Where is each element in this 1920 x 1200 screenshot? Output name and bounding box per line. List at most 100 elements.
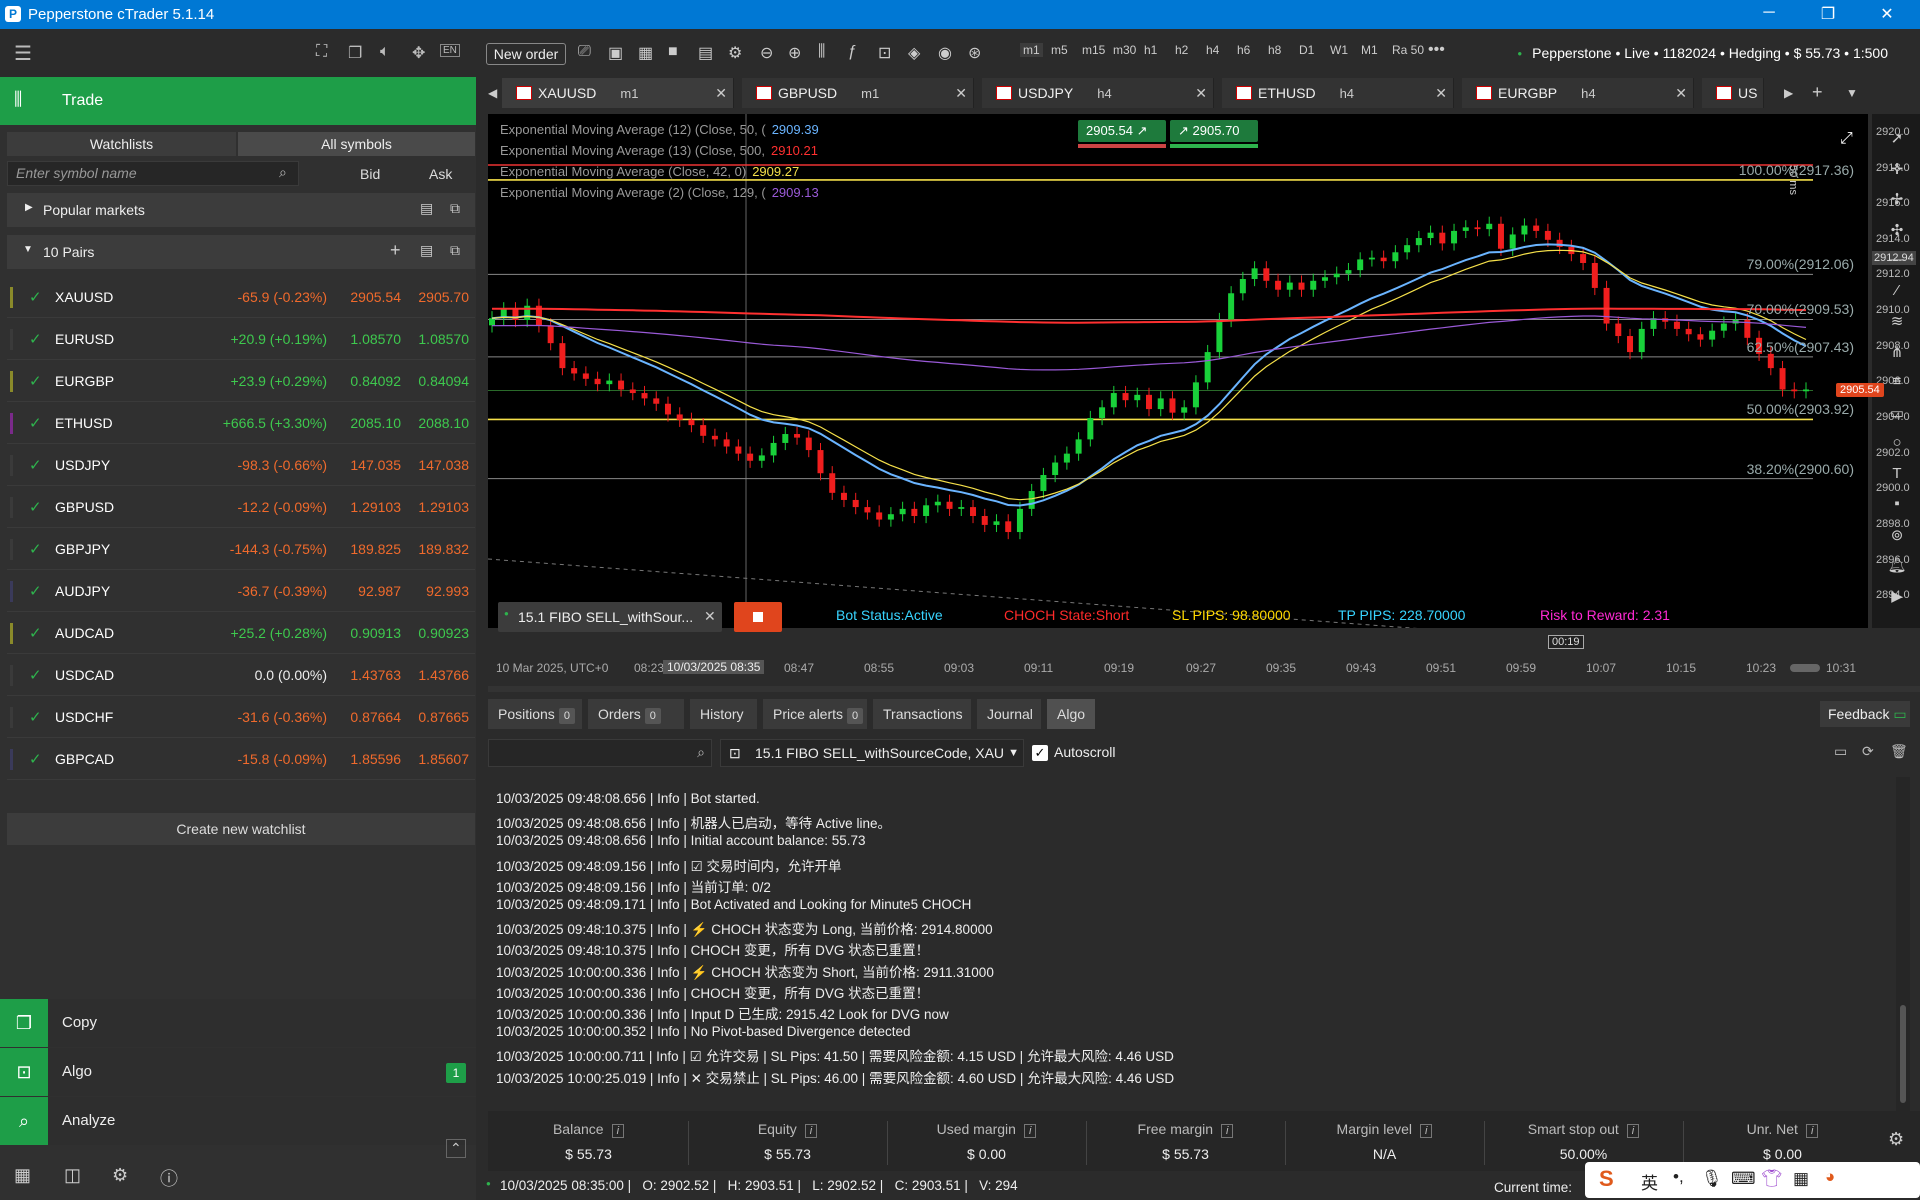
indicator-legend-item[interactable]: Exponential Moving Average (Close, 42, 0…	[500, 164, 799, 179]
punctuation-icon[interactable]: •,	[1673, 1167, 1684, 1187]
tabs-scroll-right-icon[interactable]: ▶	[1784, 86, 1793, 100]
plugin-icon[interactable]: ✥	[412, 43, 425, 63]
ime-language-label[interactable]: 英	[1641, 1169, 1658, 1194]
chart-tab-timeframe[interactable]: m1	[620, 86, 638, 101]
ema-129-line[interactable]	[491, 315, 1807, 371]
tab-positions[interactable]: Positions 0	[488, 699, 582, 729]
ema-12-line[interactable]	[491, 243, 1807, 507]
bot-instance-pill[interactable]: ● 15.1 FIBO SELL_withSour... ✕	[498, 602, 722, 632]
expand-chart-icon[interactable]: ⤢	[1840, 130, 1853, 148]
scrollbar-thumb[interactable]	[1900, 1005, 1906, 1103]
watchlist-row[interactable]: ✓ XAUUSD -65.9 (-0.23%) 2905.54 2905.70	[7, 277, 475, 318]
checkmark-icon[interactable]: ✓	[29, 624, 42, 642]
symbol-bid[interactable]: 1.29103	[350, 499, 401, 515]
sell-price-button[interactable]: 2905.54 ↗	[1078, 120, 1166, 142]
ten-pairs-group[interactable]: ▼ 10 Pairs + ▤ ⧉	[7, 235, 475, 269]
checkmark-icon[interactable]: ✓	[29, 750, 42, 768]
timeframe-h4[interactable]: h4	[1206, 43, 1219, 57]
popular-markets-group[interactable]: ▶ Popular markets ▤ ⧉	[7, 193, 475, 227]
watchlist-row[interactable]: ✓ USDCHF -31.6 (-0.36%) 0.87664 0.87665	[7, 697, 475, 738]
create-watchlist-button[interactable]: Create new watchlist	[7, 813, 475, 845]
account-info[interactable]: ● Pepperstone • Live • 1182024 • Hedging …	[1517, 45, 1888, 61]
checkmark-icon[interactable]: ✓	[29, 666, 42, 684]
chart-area[interactable]: Exponential Moving Average (12) (Close, …	[488, 114, 1868, 649]
chart-tab[interactable]: ETHUSD h4 ✕	[1222, 78, 1454, 108]
symbol-bid[interactable]: 147.035	[350, 457, 401, 473]
add-symbol-icon[interactable]: +	[390, 240, 401, 261]
wallet-icon[interactable]: ◫	[64, 1165, 81, 1186]
buy-price-button[interactable]: ↗ 2905.70	[1170, 120, 1258, 142]
trendline-icon[interactable]: ⁄	[1882, 282, 1912, 299]
info-icon[interactable]: i	[611, 1124, 625, 1138]
timeframe-ra-50[interactable]: Ra 50	[1392, 43, 1424, 57]
chart-tab[interactable]: GBPUSD m1 ✕	[742, 78, 974, 108]
symbol-bid[interactable]: 2085.10	[350, 415, 401, 431]
open-external-icon[interactable]: ⧉	[450, 200, 460, 217]
horizontal-line-icon[interactable]: —	[1882, 251, 1912, 268]
bot-icon[interactable]: ⊡	[878, 43, 891, 63]
gear-icon[interactable]: ⚙	[112, 1165, 128, 1186]
trade-section-header[interactable]: ⫼ Trade	[0, 77, 476, 125]
tab-journal[interactable]: Journal	[977, 699, 1041, 729]
timeframe-h1[interactable]: h1	[1144, 43, 1157, 57]
symbol-ask[interactable]: 2905.70	[418, 289, 469, 305]
symbol-ask[interactable]: 147.038	[418, 457, 469, 473]
zoom-out-icon[interactable]: ⊖	[760, 43, 773, 63]
timeframe-m15[interactable]: m15	[1082, 43, 1105, 57]
timeframe-h2[interactable]: h2	[1175, 43, 1188, 57]
ema-42-line[interactable]	[491, 249, 1807, 501]
watchlist-row[interactable]: ✓ GBPJPY -144.3 (-0.75%) 189.825 189.832	[7, 529, 475, 570]
symbol-ask[interactable]: 1.08570	[418, 331, 469, 347]
timeframe-m5[interactable]: m5	[1051, 43, 1068, 57]
close-tab-icon[interactable]: ✕	[1435, 78, 1447, 108]
info-icon[interactable]: i	[1626, 1124, 1640, 1138]
watchlist-row[interactable]: ✓ EURGBP +23.9 (+0.29%) 0.84092 0.84094	[7, 361, 475, 402]
camera-icon[interactable]: ⊚	[1882, 526, 1912, 544]
chart-settings-icon[interactable]: ⚙	[728, 43, 742, 63]
checkmark-icon[interactable]: ✓	[29, 330, 42, 348]
watchlist-row[interactable]: ✓ GBPUSD -12.2 (-0.09%) 1.29103 1.29103	[7, 487, 475, 528]
nav-algo[interactable]: ⊡ Algo 1	[0, 1048, 476, 1096]
tab-watchlists[interactable]: Watchlists	[7, 132, 236, 156]
info-icon[interactable]: i	[1221, 1124, 1234, 1138]
measure-icon[interactable]: ✣	[1882, 221, 1912, 239]
symbol-bid[interactable]: 1.08570	[350, 331, 401, 347]
minimize-button[interactable]: ─	[1754, 4, 1784, 22]
symbol-bid[interactable]: 189.825	[350, 541, 401, 557]
template-icon[interactable]: ⊛	[968, 43, 981, 63]
layout-full-icon[interactable]: ■	[668, 43, 678, 61]
tab-transactions[interactable]: Transactions	[873, 699, 971, 729]
ask-column-header[interactable]: Ask	[429, 166, 452, 182]
checkmark-icon[interactable]: ✓	[29, 414, 42, 432]
timeframe-w1[interactable]: W1	[1330, 43, 1348, 57]
pitchfork-icon[interactable]: ⋔	[1882, 343, 1912, 361]
symbol-bid[interactable]: 92.987	[358, 583, 401, 599]
account-settings-gear-icon[interactable]: ⚙	[1888, 1129, 1904, 1150]
info-icon[interactable]: i	[1420, 1124, 1433, 1138]
rectangle-icon[interactable]: ▭	[1882, 404, 1912, 422]
toolbox-icon[interactable]: ▦	[1793, 1169, 1809, 1189]
store-icon[interactable]: ▦	[14, 1165, 31, 1186]
autoscroll-checkbox[interactable]: ✓	[1032, 745, 1048, 761]
checkmark-icon[interactable]: ✓	[29, 582, 42, 600]
trash-icon[interactable]: 🗑︎	[1890, 743, 1908, 760]
zoom-tool-icon[interactable]: ✢	[1882, 190, 1912, 208]
watchlist-row[interactable]: ✓ AUDCAD +25.2 (+0.28%) 0.90913 0.90923	[7, 613, 475, 654]
checkmark-icon[interactable]: ✓	[29, 288, 42, 306]
watchlist-row[interactable]: ✓ AUDJPY -36.7 (-0.39%) 92.987 92.993	[7, 571, 475, 612]
algo-log[interactable]: 10/03/2025 09:48:08.656 | Info | Bot sta…	[488, 777, 1910, 1111]
sogou-icon[interactable]: S	[1599, 1166, 1614, 1192]
add-chart-icon[interactable]: +	[1812, 82, 1823, 103]
tab-history[interactable]: History	[690, 699, 757, 729]
symbol-ask[interactable]: 0.90923	[418, 625, 469, 641]
bid-column-header[interactable]: Bid	[360, 166, 380, 182]
chart-tab[interactable]: XAUUSD m1 ✕	[502, 78, 734, 108]
nav-analyze[interactable]: ⌕ Analyze	[0, 1097, 476, 1145]
replay-icon[interactable]: ▶	[1882, 587, 1912, 605]
eye-icon[interactable]: ◉	[938, 43, 952, 63]
stop-bot-button[interactable]	[734, 602, 782, 632]
chart-mode-icon[interactable]: ⎚	[578, 43, 591, 61]
time-scrollbar[interactable]	[1790, 664, 1820, 672]
detach-icon[interactable]: ❐	[348, 43, 362, 63]
symbol-bid[interactable]: 0.87664	[350, 709, 401, 725]
